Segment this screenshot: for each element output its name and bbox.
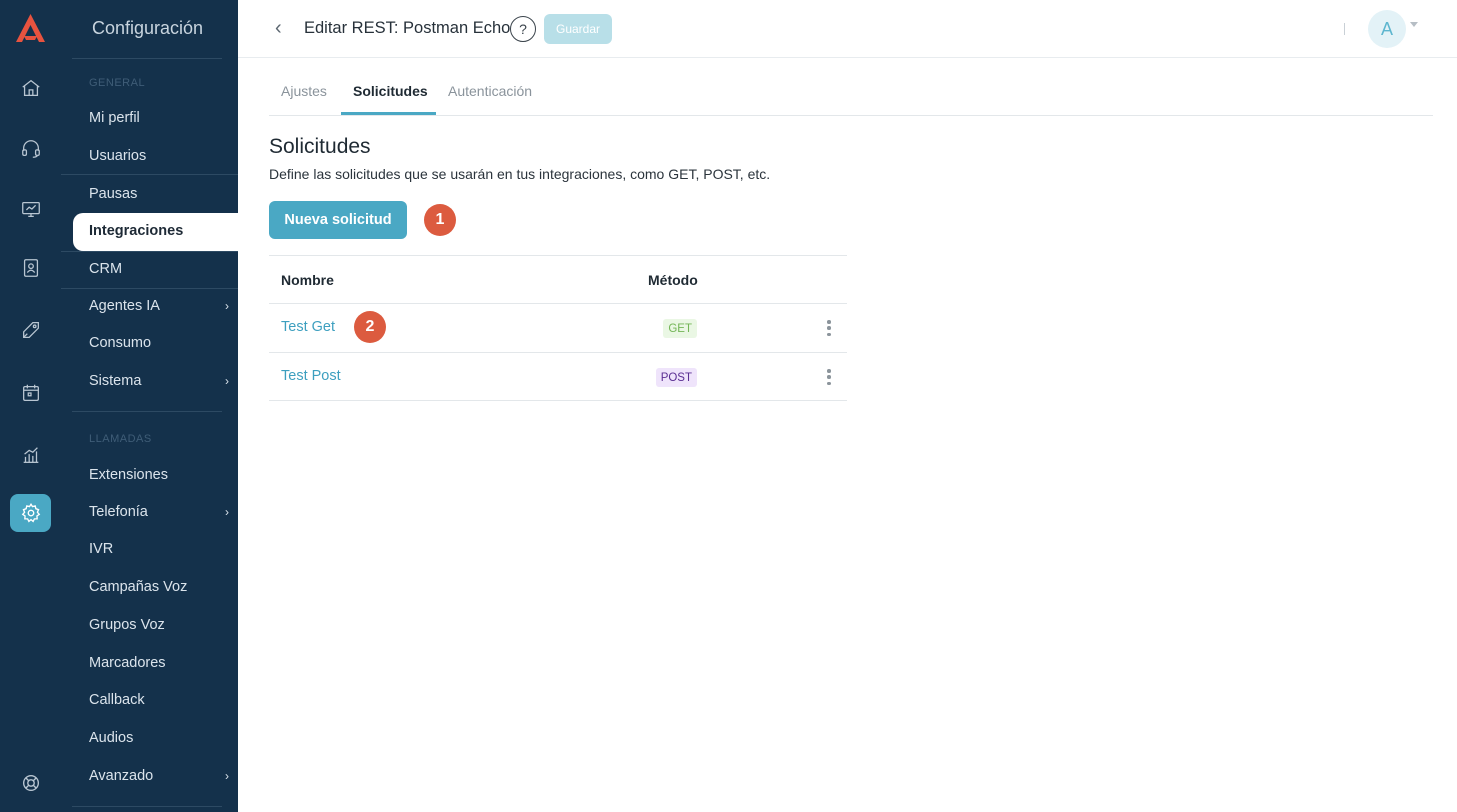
sidebar-item-audios[interactable]: Audios <box>89 730 229 746</box>
table-header: Nombre Método <box>269 255 847 303</box>
sidebar-title: Configuración <box>92 18 204 38</box>
sidebar-item-pausas[interactable]: Pausas <box>89 186 229 202</box>
chevron-right-icon: › <box>225 374 229 388</box>
new-request-button[interactable]: Nueva solicitud <box>269 201 407 239</box>
section-description: Define las solicitudes que se usarán en … <box>269 166 771 182</box>
sidebar-item-usuarios[interactable]: Usuarios <box>89 148 229 164</box>
settings-sidebar: Configuración GENERAL Mi perfil Usuarios… <box>61 0 238 812</box>
caret-down-icon[interactable] <box>1410 22 1418 27</box>
divider <box>1344 23 1345 35</box>
sidebar-item-campanas-voz[interactable]: Campañas Voz <box>89 579 229 595</box>
divider <box>61 288 238 289</box>
sidebar-item-agentes-ia[interactable]: Agentes IA › <box>89 298 229 314</box>
sidebar-item-callback[interactable]: Callback <box>89 692 229 708</box>
request-name-link[interactable]: Test Post <box>281 368 341 384</box>
step-marker-1: 1 <box>424 204 456 236</box>
tab-ajustes[interactable]: Ajustes <box>281 83 327 99</box>
sidebar-item-telefonia[interactable]: Telefonía › <box>89 504 229 520</box>
column-header-name: Nombre <box>281 272 334 288</box>
divider <box>72 411 222 412</box>
sidebar-item-mi-perfil[interactable]: Mi perfil <box>89 110 229 126</box>
sidebar-item-extensiones[interactable]: Extensiones <box>89 467 229 483</box>
column-header-method: Método <box>648 272 698 288</box>
request-name-link[interactable]: Test Get <box>281 319 335 335</box>
back-chevron-icon[interactable]: ‹ <box>275 18 295 38</box>
save-button[interactable]: Guardar <box>544 14 612 44</box>
contacts-icon[interactable] <box>10 249 51 287</box>
help-lifebuoy-icon[interactable] <box>10 764 51 802</box>
tab-bar: Ajustes Solicitudes Autenticación <box>269 78 1433 116</box>
sidebar-item-marcadores[interactable]: Marcadores <box>89 655 229 671</box>
divider <box>72 58 222 59</box>
sidebar-item-grupos-voz[interactable]: Grupos Voz <box>89 617 229 633</box>
divider <box>61 174 238 175</box>
headset-icon[interactable] <box>10 130 51 168</box>
chevron-right-icon: › <box>225 505 229 519</box>
more-options-icon[interactable] <box>827 320 831 336</box>
section-label-llamadas: LLAMADAS <box>89 433 152 445</box>
sidebar-item-ivr[interactable]: IVR <box>89 541 229 557</box>
divider <box>61 251 238 252</box>
chevron-right-icon: › <box>225 769 229 783</box>
settings-icon[interactable] <box>10 494 51 532</box>
sidebar-item-sistema[interactable]: Sistema › <box>89 373 229 389</box>
tab-autenticacion[interactable]: Autenticación <box>448 83 532 99</box>
campaign-icon[interactable] <box>10 311 51 349</box>
app-logo[interactable] <box>14 12 47 44</box>
divider <box>72 806 222 807</box>
step-marker-2: 2 <box>354 311 386 343</box>
help-button[interactable]: ? <box>510 16 536 42</box>
calendar-icon[interactable] <box>10 374 51 412</box>
page-title: Editar REST: Postman Echo <box>304 19 511 37</box>
home-icon[interactable] <box>10 69 51 107</box>
more-options-icon[interactable] <box>827 369 831 385</box>
section-heading: Solicitudes <box>269 135 371 158</box>
icon-rail <box>0 0 61 812</box>
sidebar-item-avanzado[interactable]: Avanzado › <box>89 768 229 784</box>
method-badge: POST <box>655 368 697 387</box>
sidebar-item-consumo[interactable]: Consumo <box>89 335 229 351</box>
chevron-right-icon: › <box>225 299 229 313</box>
sidebar-item-crm[interactable]: CRM <box>89 261 229 277</box>
avatar[interactable]: A <box>1368 10 1406 48</box>
sidebar-item-integraciones[interactable]: Integraciones <box>89 223 183 239</box>
tab-solicitudes[interactable]: Solicitudes <box>353 83 428 99</box>
method-badge: GET <box>663 319 697 338</box>
active-tab-indicator <box>341 112 436 115</box>
section-label-general: GENERAL <box>89 77 146 89</box>
table-row[interactable]: Test Post POST <box>269 352 847 401</box>
monitor-icon[interactable] <box>10 190 51 228</box>
analytics-icon[interactable] <box>10 436 51 474</box>
